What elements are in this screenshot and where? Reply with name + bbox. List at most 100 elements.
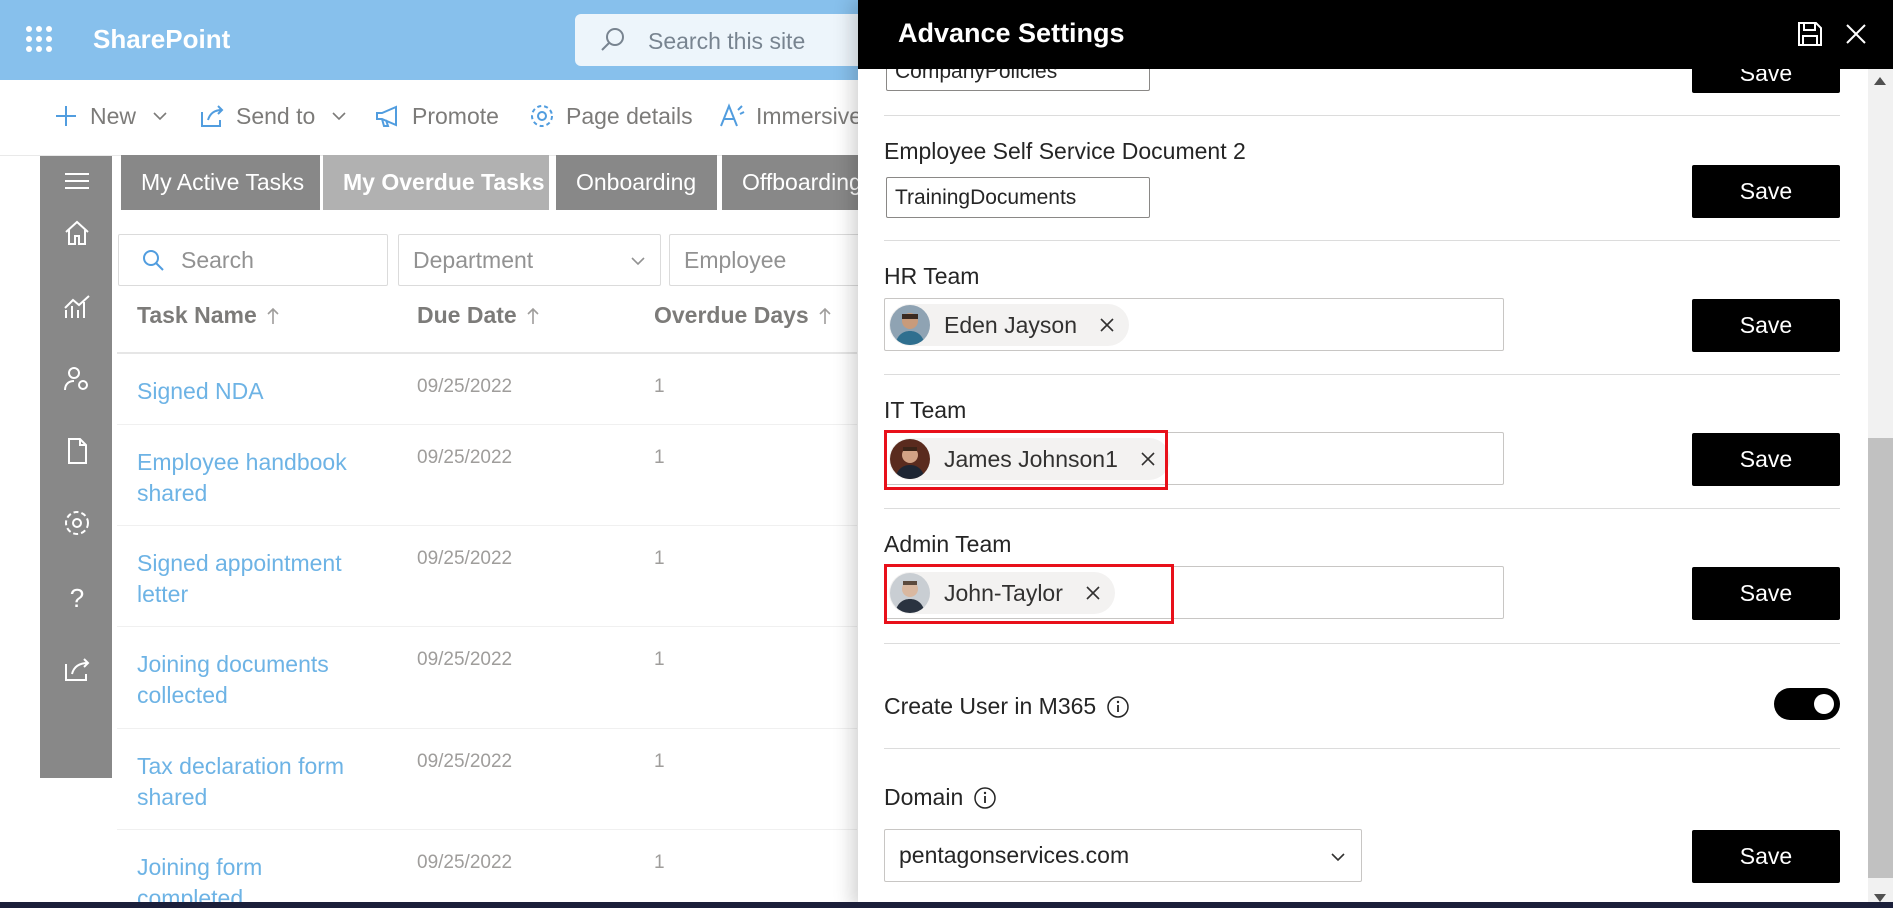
megaphone-icon — [376, 105, 397, 127]
hamburger-menu-icon[interactable] — [62, 166, 92, 196]
panel-header: Advance Settings — [858, 0, 1893, 69]
avatar — [890, 305, 930, 345]
chevron-down-icon — [153, 112, 167, 121]
settings-icon[interactable] — [62, 508, 92, 538]
immersive-reader-icon — [720, 103, 745, 127]
save-admin-team-button[interactable]: Save — [1692, 567, 1840, 620]
document-icon[interactable] — [62, 436, 92, 466]
page-details-label: Page details — [566, 102, 693, 129]
left-rail: ? — [40, 156, 112, 778]
app-launcher-icon[interactable] — [26, 26, 52, 52]
task-search-input[interactable]: Search — [118, 234, 388, 286]
column-due-date[interactable]: Due Date — [417, 302, 541, 329]
hr-team-people-picker[interactable]: Eden Jayson — [884, 298, 1504, 351]
table-row: Tax declaration form shared 09/25/2022 1 — [117, 729, 857, 830]
info-icon[interactable] — [973, 786, 997, 810]
task-name-link[interactable]: Joining form completed — [137, 852, 367, 902]
send-to-button[interactable]: Send to — [198, 102, 347, 130]
info-icon[interactable] — [1106, 695, 1130, 719]
overdue-days: 1 — [654, 852, 665, 873]
task-name-link[interactable]: Signed appointment letter — [137, 548, 367, 610]
svg-text:?: ? — [70, 583, 84, 612]
remove-person-icon[interactable] — [1099, 317, 1115, 333]
create-user-toggle[interactable] — [1774, 688, 1840, 720]
employee-placeholder: Employee — [684, 246, 787, 273]
chevron-down-icon — [332, 112, 346, 121]
due-date: 09/25/2022 — [417, 649, 513, 670]
sort-up-icon — [267, 307, 279, 324]
task-name-link[interactable]: Tax declaration form shared — [137, 751, 367, 813]
table-row: Joining form completed 09/25/2022 1 — [117, 830, 857, 902]
page-details-button[interactable]: Page details — [528, 102, 693, 130]
new-button[interactable]: New — [52, 102, 168, 130]
promote-button[interactable]: Promote — [374, 102, 499, 130]
task-name-link[interactable]: Joining documents collected — [137, 649, 367, 711]
domain-dropdown[interactable]: pentagonservices.com — [884, 829, 1362, 882]
overdue-days: 1 — [654, 548, 665, 569]
table-row: Joining documents collected 09/25/2022 1 — [117, 627, 857, 729]
document-2-input[interactable]: TrainingDocuments — [886, 177, 1150, 218]
help-icon[interactable]: ? — [62, 582, 92, 612]
table-row: Signed appointment letter 09/25/2022 1 — [117, 526, 857, 627]
column-overdue-days[interactable]: Overdue Days — [654, 302, 833, 329]
person-chip: Eden Jayson — [889, 304, 1129, 346]
divider — [884, 240, 1840, 241]
employee-dropdown[interactable]: Employee — [669, 234, 869, 286]
site-search-placeholder: Search this site — [648, 28, 806, 54]
share-icon[interactable] — [62, 654, 92, 684]
app-name[interactable]: SharePoint — [93, 24, 230, 55]
tab-my-active-tasks[interactable]: My Active Tasks — [121, 155, 320, 210]
due-date: 09/25/2022 — [417, 852, 513, 873]
overdue-days: 1 — [654, 649, 665, 670]
task-name-link[interactable]: Signed NDA — [137, 376, 367, 407]
share-icon — [201, 105, 224, 127]
department-placeholder: Department — [413, 246, 534, 273]
chevron-down-icon — [1331, 853, 1345, 862]
overdue-days: 1 — [654, 447, 665, 468]
send-to-label: Send to — [236, 102, 316, 129]
overdue-days: 1 — [654, 376, 665, 397]
analytics-icon[interactable] — [62, 292, 92, 322]
divider — [884, 115, 1840, 116]
search-icon — [143, 250, 164, 271]
immersive-reader-button[interactable]: Immersive — [718, 102, 862, 130]
department-dropdown[interactable]: Department — [398, 234, 661, 286]
tab-onboarding[interactable]: Onboarding — [556, 155, 717, 210]
save-document-2-button[interactable]: Save — [1692, 165, 1840, 218]
domain-text: Domain — [884, 784, 964, 810]
save-domain-button[interactable]: Save — [1692, 830, 1840, 883]
panel-scrollbar-thumb[interactable] — [1868, 438, 1893, 878]
panel-title: Advance Settings — [898, 18, 1125, 48]
task-name-link[interactable]: Employee handbook shared — [137, 447, 367, 509]
sort-up-icon — [527, 307, 539, 324]
it-team-highlight — [884, 430, 1168, 490]
tab-offboarding[interactable]: Offboarding — [722, 155, 872, 210]
due-date: 09/25/2022 — [417, 548, 513, 569]
save-hr-team-button[interactable]: Save — [1692, 299, 1840, 352]
scroll-up-arrow-icon[interactable] — [1873, 76, 1887, 86]
home-icon[interactable] — [62, 218, 92, 248]
divider — [884, 508, 1840, 509]
advance-settings-panel: CompanyPolicies Save Employee Self Servi… — [858, 0, 1893, 908]
due-date: 09/25/2022 — [417, 751, 513, 772]
toggle-knob — [1814, 694, 1834, 714]
save-icon[interactable] — [1796, 20, 1824, 48]
table-row: Signed NDA 09/25/2022 1 — [117, 354, 857, 425]
task-search-placeholder: Search — [181, 246, 254, 273]
save-it-team-button[interactable]: Save — [1692, 433, 1840, 486]
document-2-label: Employee Self Service Document 2 — [884, 138, 1246, 164]
divider — [884, 374, 1840, 375]
domain-label: Domain — [884, 784, 997, 811]
column-task-name[interactable]: Task Name — [137, 302, 281, 329]
create-user-label: Create User in M365 — [884, 693, 1130, 720]
user-settings-icon[interactable] — [62, 364, 92, 394]
create-user-text: Create User in M365 — [884, 693, 1097, 719]
due-date: 09/25/2022 — [417, 376, 513, 397]
new-label: New — [90, 102, 137, 129]
table-row: Employee handbook shared 09/25/2022 1 — [117, 425, 857, 526]
plus-icon — [56, 106, 76, 126]
taskbar-edge — [0, 902, 1893, 908]
search-icon — [601, 28, 624, 51]
tab-my-overdue-tasks[interactable]: My Overdue Tasks — [323, 155, 549, 210]
close-icon[interactable] — [1842, 20, 1870, 48]
